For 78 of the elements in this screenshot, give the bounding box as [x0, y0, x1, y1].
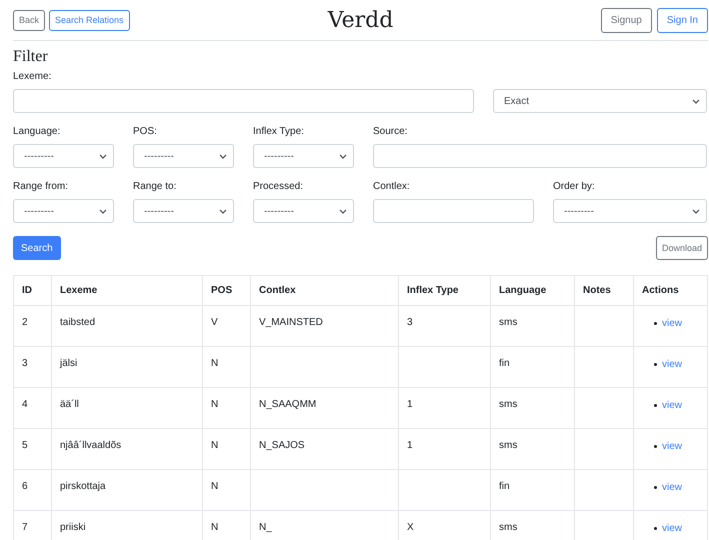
table-cell: 1 [398, 428, 490, 470]
select-field[interactable]: --------- [133, 199, 234, 223]
view-link[interactable]: view [654, 318, 682, 329]
chevron-icon [219, 154, 227, 158]
chevron-icon [219, 208, 227, 214]
column-header: Actions [634, 276, 708, 306]
signup-button[interactable]: Signup [600, 8, 652, 32]
table-cell: sms [490, 428, 574, 470]
column-header: Notes [574, 276, 634, 306]
signin-button[interactable]: Sign In [656, 8, 708, 32]
field-label: Contlex: [373, 181, 411, 193]
table-cell: N_SAJOS [250, 428, 398, 470]
column-header: Language [490, 276, 574, 306]
table-cell: 1 [398, 388, 490, 428]
column-header: Inflex Type [398, 276, 490, 306]
select-field[interactable]: --------- [133, 144, 234, 168]
view-link[interactable]: view [654, 523, 682, 534]
column-header: POS [202, 276, 250, 306]
filter-heading: Filter [13, 48, 49, 66]
table-cell: 3 [14, 346, 52, 388]
field-label: Lexeme: [13, 71, 52, 83]
table-cell: 3 [398, 306, 490, 346]
view-link[interactable]: view [654, 400, 682, 411]
field-label: Order by: [553, 181, 596, 193]
table-cell: V [202, 306, 250, 346]
site-title: Verdd [328, 8, 394, 32]
select-field[interactable]: --------- [13, 144, 114, 168]
chevron-icon [99, 208, 107, 214]
table-cell: 7 [14, 510, 52, 540]
table-cell: njââ´llvaaldõs [52, 428, 202, 470]
table-cell: N [202, 346, 250, 388]
select-field[interactable]: --------- [13, 199, 114, 223]
select-field[interactable]: --------- [553, 199, 707, 223]
table-cell: jälsi [52, 346, 202, 388]
column-header: ID [14, 276, 52, 306]
field-label: Language: [13, 126, 62, 138]
column-header: Contlex [250, 276, 398, 306]
table-cell: sms [490, 306, 574, 346]
field-label: Source: [373, 126, 408, 138]
chevron-icon [692, 208, 700, 214]
table-cell: pirskottaja [52, 470, 202, 510]
chevron-icon [692, 98, 700, 104]
view-link[interactable]: view [654, 441, 682, 452]
download-button[interactable]: Download [656, 236, 708, 260]
lexeme-input[interactable] [13, 89, 474, 113]
chevron-icon [339, 208, 347, 214]
table-cell: sms [490, 388, 574, 428]
table-cell: 2 [14, 306, 52, 346]
field-label: Processed: [253, 181, 304, 193]
table-cell: N_SAAQMM [250, 388, 398, 428]
match-select[interactable]: Exact [493, 89, 707, 113]
search-relations-button[interactable]: Search Relations [49, 10, 130, 30]
table-cell: 6 [14, 470, 52, 510]
field-label: Range to: [133, 181, 178, 193]
view-link[interactable]: view [654, 482, 682, 493]
field-label: POS: [133, 126, 158, 138]
column-header: Lexeme [52, 276, 202, 306]
table-cell: 4 [14, 388, 52, 428]
input-field[interactable] [373, 144, 707, 168]
table-cell: fin [490, 470, 574, 510]
select-field[interactable]: --------- [253, 199, 354, 223]
input-field[interactable] [373, 199, 534, 223]
search-button[interactable]: Search [13, 236, 61, 260]
table-cell: ää´ll [52, 388, 202, 428]
table-cell: V_MAINSTED [250, 306, 398, 346]
table-cell: N [202, 428, 250, 470]
chevron-icon [99, 154, 107, 158]
table-cell: N [202, 388, 250, 428]
field-label: Range from: [13, 181, 70, 193]
chevron-icon [339, 154, 347, 158]
table-cell: N [202, 470, 250, 510]
table-cell: 5 [14, 428, 52, 470]
view-link[interactable]: view [654, 359, 682, 370]
field-label: Inflex Type: [253, 126, 305, 138]
back-button[interactable]: Back [13, 10, 46, 30]
table-cell: fin [490, 346, 574, 388]
table-cell: taibsted [52, 306, 202, 346]
select-field[interactable]: --------- [253, 144, 354, 168]
